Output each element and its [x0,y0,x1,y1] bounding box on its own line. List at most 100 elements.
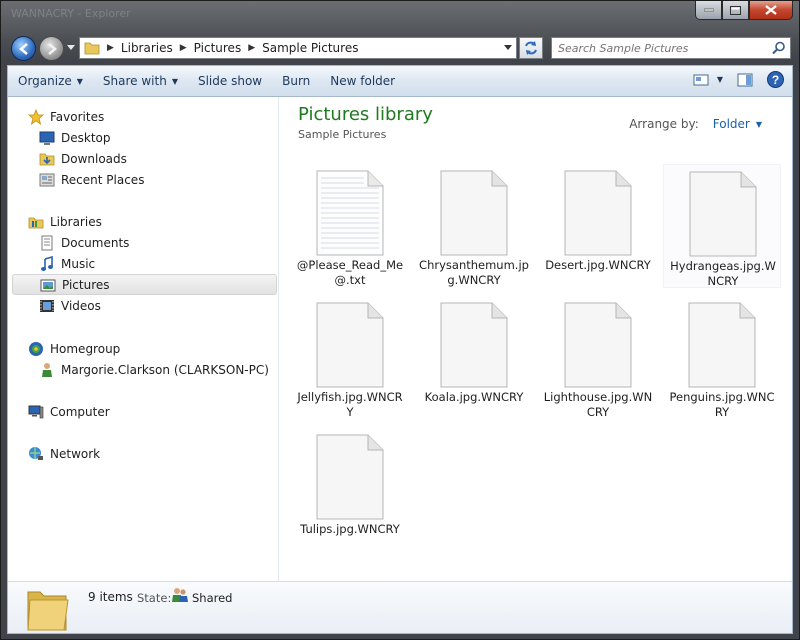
computer-icon [28,404,44,420]
close-button[interactable] [749,1,793,20]
arrange-by-label: Arrange by: [629,117,699,131]
file-name: Penguins.jpg.WNCRY [669,390,775,419]
nav-music-label: Music [61,256,96,271]
content-area: Favorites Desktop Downloads Recent Place… [7,96,793,634]
breadcrumb-pictures[interactable]: Pictures [190,41,246,55]
library-subtitle: Sample Pictures [298,128,387,141]
blank-file-icon [440,302,508,388]
share-with-button[interactable]: Share with ▼ [93,66,188,96]
nav-recent-places[interactable]: Recent Places [8,169,278,190]
nav-favorites[interactable]: Favorites [8,106,278,127]
arrange-by-value[interactable]: Folder [713,117,750,131]
minimize-button[interactable] [695,1,722,20]
star-icon [28,108,44,125]
file-item[interactable]: Hydrangeas.jpg.WNCRY [663,164,781,288]
nav-computer[interactable]: Computer [8,401,278,422]
blank-file-icon [316,302,384,388]
maximize-button[interactable] [722,1,749,20]
search-input[interactable] [552,38,768,58]
file-item[interactable]: Koala.jpg.WNCRY [415,296,533,420]
nav-homegroup[interactable]: Homegroup [8,338,278,359]
breadcrumb-separator[interactable]: ▶ [177,43,190,53]
window-title: WANNACRY - Explorer [11,7,131,20]
explorer-window: WANNACRY - Explorer ▶ Libraries ▶ Pictur… [0,0,800,640]
file-name: Chrysanthemum.jpg.WNCRY [419,258,529,287]
homegroup-icon [28,341,44,357]
blank-file-icon [316,434,384,520]
organize-label: Organize [18,74,72,88]
nav-libraries[interactable]: Libraries [8,211,278,232]
state-label: State: [137,591,172,605]
music-icon [39,255,55,272]
blank-file-icon [689,171,757,257]
navigation-pane: Favorites Desktop Downloads Recent Place… [8,97,279,581]
file-item[interactable]: Desert.jpg.WNCRY [539,164,657,288]
new-folder-button[interactable]: New folder [320,66,405,96]
breadcrumb-libraries[interactable]: Libraries [117,41,177,55]
file-item[interactable]: Penguins.jpg.WNCRY [663,296,781,420]
chevron-down-icon[interactable]: ▼ [756,120,762,129]
file-name: Desert.jpg.WNCRY [545,258,651,272]
file-name: Tulips.jpg.WNCRY [300,522,400,536]
file-item[interactable]: @Please_Read_Me@.txt [291,164,409,288]
minimize-icon [703,8,714,12]
preview-pane-icon[interactable] [737,73,753,87]
chevron-down-icon: ▼ [171,76,178,86]
breadcrumb-sample-pictures[interactable]: Sample Pictures [258,41,362,55]
desktop-icon [39,130,55,146]
nav-downloads[interactable]: Downloads [8,148,278,169]
pictures-icon [40,277,56,293]
forward-button[interactable] [39,36,64,61]
back-button[interactable] [11,36,36,61]
view-icon [693,74,709,85]
search-icon[interactable] [772,41,786,55]
nav-music[interactable]: Music [8,253,278,274]
text-file-icon [316,170,384,256]
nav-videos[interactable]: Videos [8,295,278,316]
burn-button[interactable]: Burn [272,66,320,96]
back-arrow-icon [19,43,28,55]
nav-homegroup-user-label: Margorie.Clarkson (CLARKSON-PC) [61,362,269,377]
nav-libraries-label: Libraries [50,214,102,229]
blank-file-icon [564,302,632,388]
arrange-by-control: Arrange by: Folder ▼ [629,117,762,131]
breadcrumb-separator[interactable]: ▶ [245,43,258,53]
nav-homegroup-user[interactable]: Margorie.Clarkson (CLARKSON-PC) [8,359,278,380]
file-name: Jellyfish.jpg.WNCRY [297,390,403,419]
address-dropdown-icon[interactable] [504,45,512,51]
file-item[interactable]: Jellyfish.jpg.WNCRY [291,296,409,420]
maximize-icon [730,5,741,15]
nav-pictures[interactable]: Pictures [12,274,277,295]
slide-show-button[interactable]: Slide show [188,66,272,96]
file-item[interactable]: Chrysanthemum.jpg.WNCRY [415,164,533,288]
organize-button[interactable]: Organize ▼ [8,66,93,96]
nav-homegroup-label: Homegroup [50,341,121,356]
chevron-down-icon: ▼ [76,76,83,86]
share-with-label: Share with [102,74,167,88]
address-bar[interactable]: ▶ Libraries ▶ Pictures ▶ Sample Pictures [79,37,517,59]
forward-arrow-icon [48,43,57,55]
downloads-folder-icon [39,151,55,167]
nav-pictures-label: Pictures [62,277,110,292]
file-item[interactable]: Lighthouse.jpg.WNCRY [539,296,657,420]
file-item[interactable]: Tulips.jpg.WNCRY [291,428,409,552]
refresh-icon [525,41,537,55]
videos-icon [39,298,55,314]
nav-downloads-label: Downloads [61,151,127,166]
change-view-button[interactable]: ▼ [693,73,723,87]
help-icon[interactable]: ? [767,71,784,88]
nav-recent-places-label: Recent Places [61,172,145,187]
recent-pages-chevron-icon[interactable] [67,45,75,51]
refresh-button[interactable] [519,37,543,59]
nav-documents[interactable]: Documents [8,232,278,253]
library-title: Pictures library [298,104,433,125]
file-name: Hydrangeas.jpg.WNCRY [670,259,776,288]
nav-videos-label: Videos [61,298,101,313]
nav-favorites-label: Favorites [50,109,105,124]
search-box[interactable] [551,37,791,59]
breadcrumb-separator[interactable]: ▶ [104,43,117,53]
nav-desktop[interactable]: Desktop [8,127,278,148]
nav-network[interactable]: Network [8,443,278,464]
blank-file-icon [440,170,508,256]
libraries-icon [28,214,44,230]
